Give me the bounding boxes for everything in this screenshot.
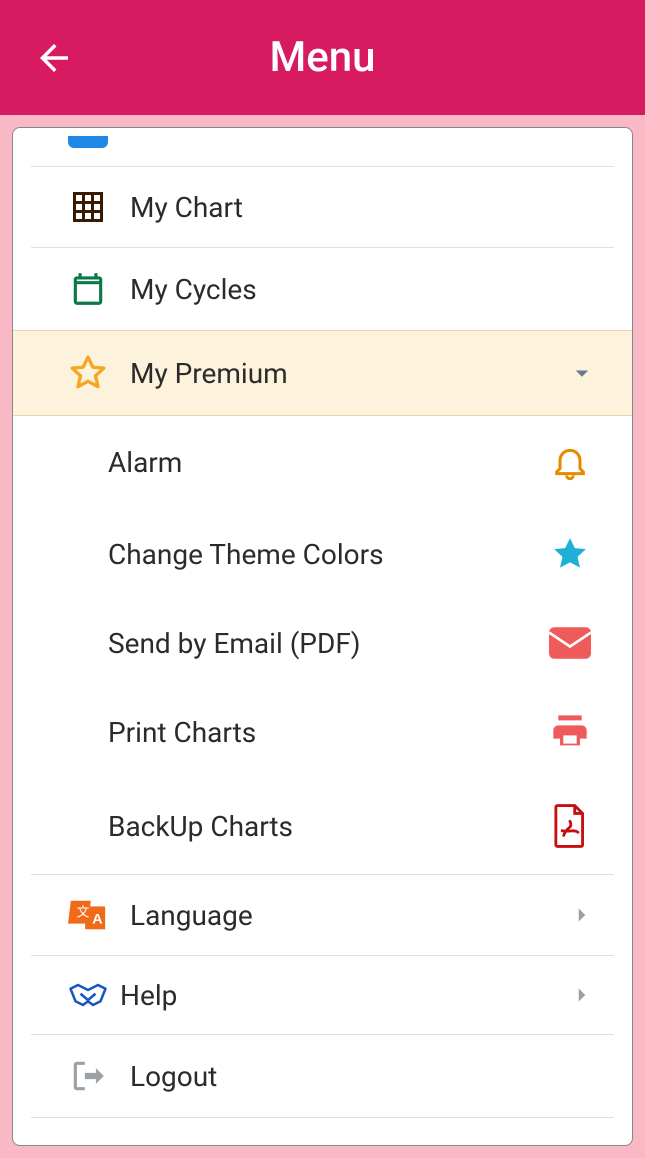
handshake-icon [68, 978, 108, 1012]
submenu-item-print-charts[interactable]: Print Charts [13, 686, 632, 778]
logout-icon [68, 1057, 108, 1095]
partial-prev-item [13, 136, 632, 166]
menu-item-label: Logout [130, 1060, 602, 1093]
menu-item-label: Help [120, 979, 550, 1012]
back-button[interactable] [30, 34, 78, 82]
translate-icon: 文A [68, 897, 108, 933]
arrow-left-icon [33, 37, 75, 79]
submenu-item-label: Alarm [108, 446, 528, 479]
submenu-item-change-theme[interactable]: Change Theme Colors [13, 508, 632, 600]
bell-icon [548, 442, 592, 482]
star-outline-icon [68, 353, 108, 393]
menu-item-help[interactable]: Help [13, 956, 632, 1034]
chevron-down-icon [562, 358, 602, 388]
svg-text:A: A [92, 912, 102, 928]
menu-item-language[interactable]: 文A Language [13, 875, 632, 955]
menu-item-label: My Premium [130, 357, 540, 390]
menu-item-my-cycles[interactable]: My Cycles [13, 248, 632, 330]
menu-card: My Chart My Cycles My Premium Alarm [12, 127, 633, 1146]
menu-item-label: My Chart [130, 191, 602, 224]
chevron-right-icon [562, 902, 602, 928]
grid-icon [68, 189, 108, 225]
menu-item-logout[interactable]: Logout [13, 1035, 632, 1117]
header-title: Menu [0, 33, 645, 82]
menu-item-my-premium[interactable]: My Premium [13, 330, 632, 416]
divider [31, 1117, 614, 1118]
submenu-item-label: BackUp Charts [108, 810, 528, 843]
submenu-item-label: Print Charts [108, 716, 528, 749]
envelope-icon [548, 626, 592, 660]
submenu-item-label: Send by Email (PDF) [108, 627, 528, 660]
menu-item-label: My Cycles [130, 273, 602, 306]
calendar-icon [68, 270, 108, 308]
content-area: My Chart My Cycles My Premium Alarm [0, 115, 645, 1158]
file-pdf-icon [548, 804, 592, 848]
menu-item-my-chart[interactable]: My Chart [13, 167, 632, 247]
svg-text:文: 文 [77, 904, 90, 919]
submenu-item-backup-charts[interactable]: BackUp Charts [13, 778, 632, 874]
printer-icon [548, 712, 592, 752]
star-icon [548, 534, 592, 574]
submenu-item-alarm[interactable]: Alarm [13, 416, 632, 508]
submenu-item-send-email[interactable]: Send by Email (PDF) [13, 600, 632, 686]
submenu-item-label: Change Theme Colors [108, 538, 528, 571]
app-header: Menu [0, 0, 645, 115]
prev-item-icon-fragment [68, 136, 108, 148]
chevron-right-icon [562, 982, 602, 1008]
menu-item-label: Language [130, 899, 540, 932]
